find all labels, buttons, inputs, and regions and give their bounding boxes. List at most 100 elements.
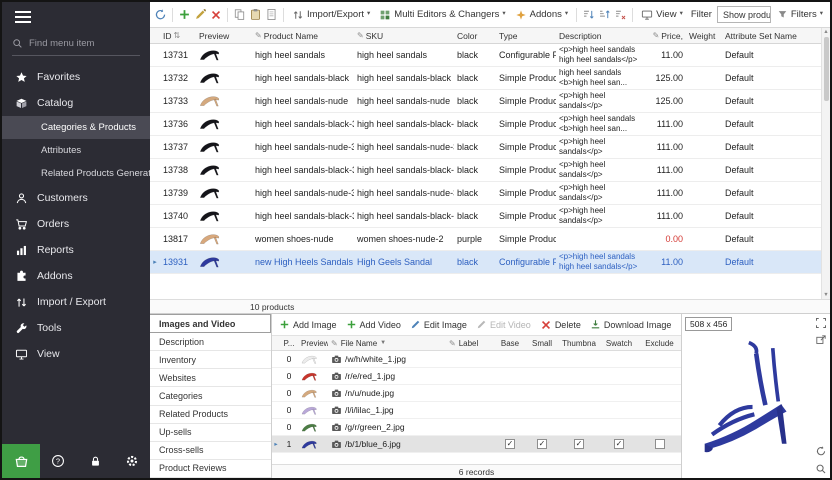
table-row[interactable]: 13740high heel sandals-black-38high heel… <box>150 205 830 228</box>
download-image-button[interactable]: Download Image <box>590 319 672 330</box>
sort-desc-button[interactable] <box>598 6 611 24</box>
refresh-button[interactable] <box>154 6 167 24</box>
sidebar-item-addons[interactable]: Addons <box>2 263 150 289</box>
table-row[interactable]: 0/l/i/lilac_1.jpg <box>272 402 681 419</box>
sidebar-item-orders[interactable]: Orders <box>2 211 150 237</box>
store-button[interactable] <box>2 444 40 478</box>
sort-clear-button[interactable] <box>614 6 627 24</box>
column-header-color[interactable]: Color <box>454 28 496 43</box>
addons-menu[interactable]: Addons▾ <box>512 7 572 23</box>
table-row[interactable]: 13817women shoes-nudewomen shoes-nude-2p… <box>150 228 830 251</box>
column-header-price[interactable]: ✎Price, <box>642 28 686 43</box>
paste-button[interactable] <box>249 6 262 24</box>
zoom-icon[interactable] <box>815 463 827 475</box>
tab-inventory[interactable]: Inventory <box>150 351 271 369</box>
column-header-swatch[interactable]: Swatch <box>600 336 638 350</box>
sidebar-search-input[interactable]: Find menu item <box>12 32 140 56</box>
table-row[interactable]: 13732high heel sandals-blackhigh heel sa… <box>150 67 830 90</box>
lock-button[interactable] <box>77 455 114 468</box>
table-row[interactable]: ▸13931new High Heels SandalsHigh Geels S… <box>150 251 830 274</box>
column-header-attribute-set-name[interactable]: Attribute Set Name <box>722 28 821 43</box>
edit-image-button[interactable]: Edit Image <box>410 319 467 330</box>
sidebar-item-catalog[interactable]: Catalog <box>2 90 150 116</box>
tab-description[interactable]: Description <box>150 333 271 351</box>
add-button[interactable] <box>178 6 191 24</box>
cell-small: ✓ <box>526 439 558 449</box>
column-header-file-name[interactable]: ✎File Name▼ <box>328 336 446 350</box>
table-row[interactable]: 0/r/e/red_1.jpg <box>272 368 681 385</box>
checkbox[interactable]: ✓ <box>614 439 624 449</box>
gear-button[interactable] <box>113 454 150 468</box>
column-header-type[interactable]: Type <box>496 28 556 43</box>
category-filter-select[interactable]: Show products from selected categories▾ <box>717 6 771 23</box>
column-header-preview[interactable]: Preview <box>298 336 328 350</box>
button-label: Add Image <box>293 320 337 330</box>
multi-editors-changers-menu[interactable]: Multi Editors & Changers▾ <box>376 7 508 23</box>
column-header-label[interactable]: ✎Label <box>446 336 494 350</box>
sidebar-item-tools[interactable]: Tools <box>2 315 150 341</box>
column-header-exclude[interactable]: Exclude <box>638 336 681 350</box>
add-image-button[interactable]: Add Image <box>279 319 337 330</box>
checkbox[interactable]: ✓ <box>537 439 547 449</box>
tab-images-and-video[interactable]: Images and Video <box>150 314 271 333</box>
scroll-down-icon[interactable]: ▼ <box>823 292 828 298</box>
column-header-sku[interactable]: ✎SKU <box>354 28 454 43</box>
duplicate-button[interactable] <box>265 6 278 24</box>
add-video-button[interactable]: Add Video <box>346 319 401 330</box>
sidebar-item-view[interactable]: View <box>2 341 150 367</box>
column-header-thumbna[interactable]: Thumbna <box>558 336 600 350</box>
rotate-icon[interactable] <box>815 445 827 457</box>
column-header-product-name[interactable]: ✎Product Name <box>252 28 354 43</box>
copy-button[interactable] <box>233 6 246 24</box>
tab-up-sells[interactable]: Up-sells <box>150 424 271 442</box>
tab-cross-sells[interactable]: Cross-sells <box>150 442 271 460</box>
filters-menu[interactable]: Filters▾ <box>774 7 826 22</box>
delete-button[interactable] <box>210 6 222 24</box>
sidebar-item-attributes[interactable]: Attributes <box>2 139 150 162</box>
sidebar-item-customers[interactable]: Customers <box>2 185 150 211</box>
view-menu[interactable]: View▾ <box>638 7 686 23</box>
column-header-p[interactable]: P... <box>280 336 298 350</box>
tab-categories[interactable]: Categories <box>150 387 271 405</box>
tab-related-products[interactable]: Related Products <box>150 406 271 424</box>
import-export-menu[interactable]: Import/Export▾ <box>289 7 373 23</box>
table-row[interactable]: 13737high heel sandals-nude-36high heel … <box>150 136 830 159</box>
sidebar-item-reports[interactable]: Reports <box>2 237 150 263</box>
column-header-small[interactable]: Small <box>526 336 558 350</box>
column-header-id[interactable]: ID⇅ <box>160 28 196 43</box>
scroll-up-icon[interactable]: ▲ <box>823 29 828 35</box>
tab-product-reviews[interactable]: Product Reviews <box>150 460 271 478</box>
column-header-base[interactable]: Base <box>494 336 526 350</box>
sidebar-item-import-export[interactable]: Import / Export <box>2 289 150 315</box>
open-external-icon[interactable] <box>815 334 827 346</box>
fullscreen-icon[interactable] <box>815 317 827 329</box>
column-header-weight[interactable]: Weight <box>686 28 722 43</box>
help-button[interactable]: ? <box>40 454 77 468</box>
set-resize-rule-button[interactable]: Set Resize Rule <box>680 319 681 330</box>
table-row[interactable]: ▸1/b/1/blue_6.jpg✓✓✓✓ <box>272 436 681 453</box>
table-row[interactable]: 13731high heel sandalshigh heel sandalsb… <box>150 44 830 67</box>
table-row[interactable]: 0/g/r/green_2.jpg <box>272 419 681 436</box>
checkbox[interactable]: ✓ <box>574 439 584 449</box>
checkbox[interactable] <box>655 439 665 449</box>
tab-websites[interactable]: Websites <box>150 369 271 387</box>
table-row[interactable]: 0/n/u/nude.jpg <box>272 385 681 402</box>
edit-button[interactable] <box>194 6 207 24</box>
table-row[interactable]: 13736high heel sandals-black-36high heel… <box>150 113 830 136</box>
sidebar-item-favorites[interactable]: Favorites <box>2 64 150 90</box>
chevron-down-icon: ▾ <box>367 11 370 18</box>
column-header-preview[interactable]: Preview <box>196 28 252 43</box>
grid-scrollbar[interactable]: ▲ ▼ <box>821 28 830 299</box>
sidebar-item-categories-products[interactable]: Categories & Products <box>2 116 150 139</box>
table-row[interactable]: 13738high heel sandals-black-37high heel… <box>150 159 830 182</box>
column-header-description[interactable]: Description <box>556 28 642 43</box>
delete-button[interactable]: Delete <box>540 319 581 331</box>
table-row[interactable]: 0/w/h/white_1.jpg <box>272 351 681 368</box>
sidebar-item-related-products-generator[interactable]: Related Products Generator <box>2 162 150 185</box>
sort-asc-button[interactable] <box>582 6 595 24</box>
table-row[interactable]: 13739high heel sandals-nude-37high heel … <box>150 182 830 205</box>
table-row[interactable]: 13733high heel sandals-nudehigh heel san… <box>150 90 830 113</box>
checkbox[interactable]: ✓ <box>505 439 515 449</box>
menu-toggle-button[interactable] <box>2 2 150 32</box>
scrollbar-thumb[interactable] <box>824 37 829 101</box>
